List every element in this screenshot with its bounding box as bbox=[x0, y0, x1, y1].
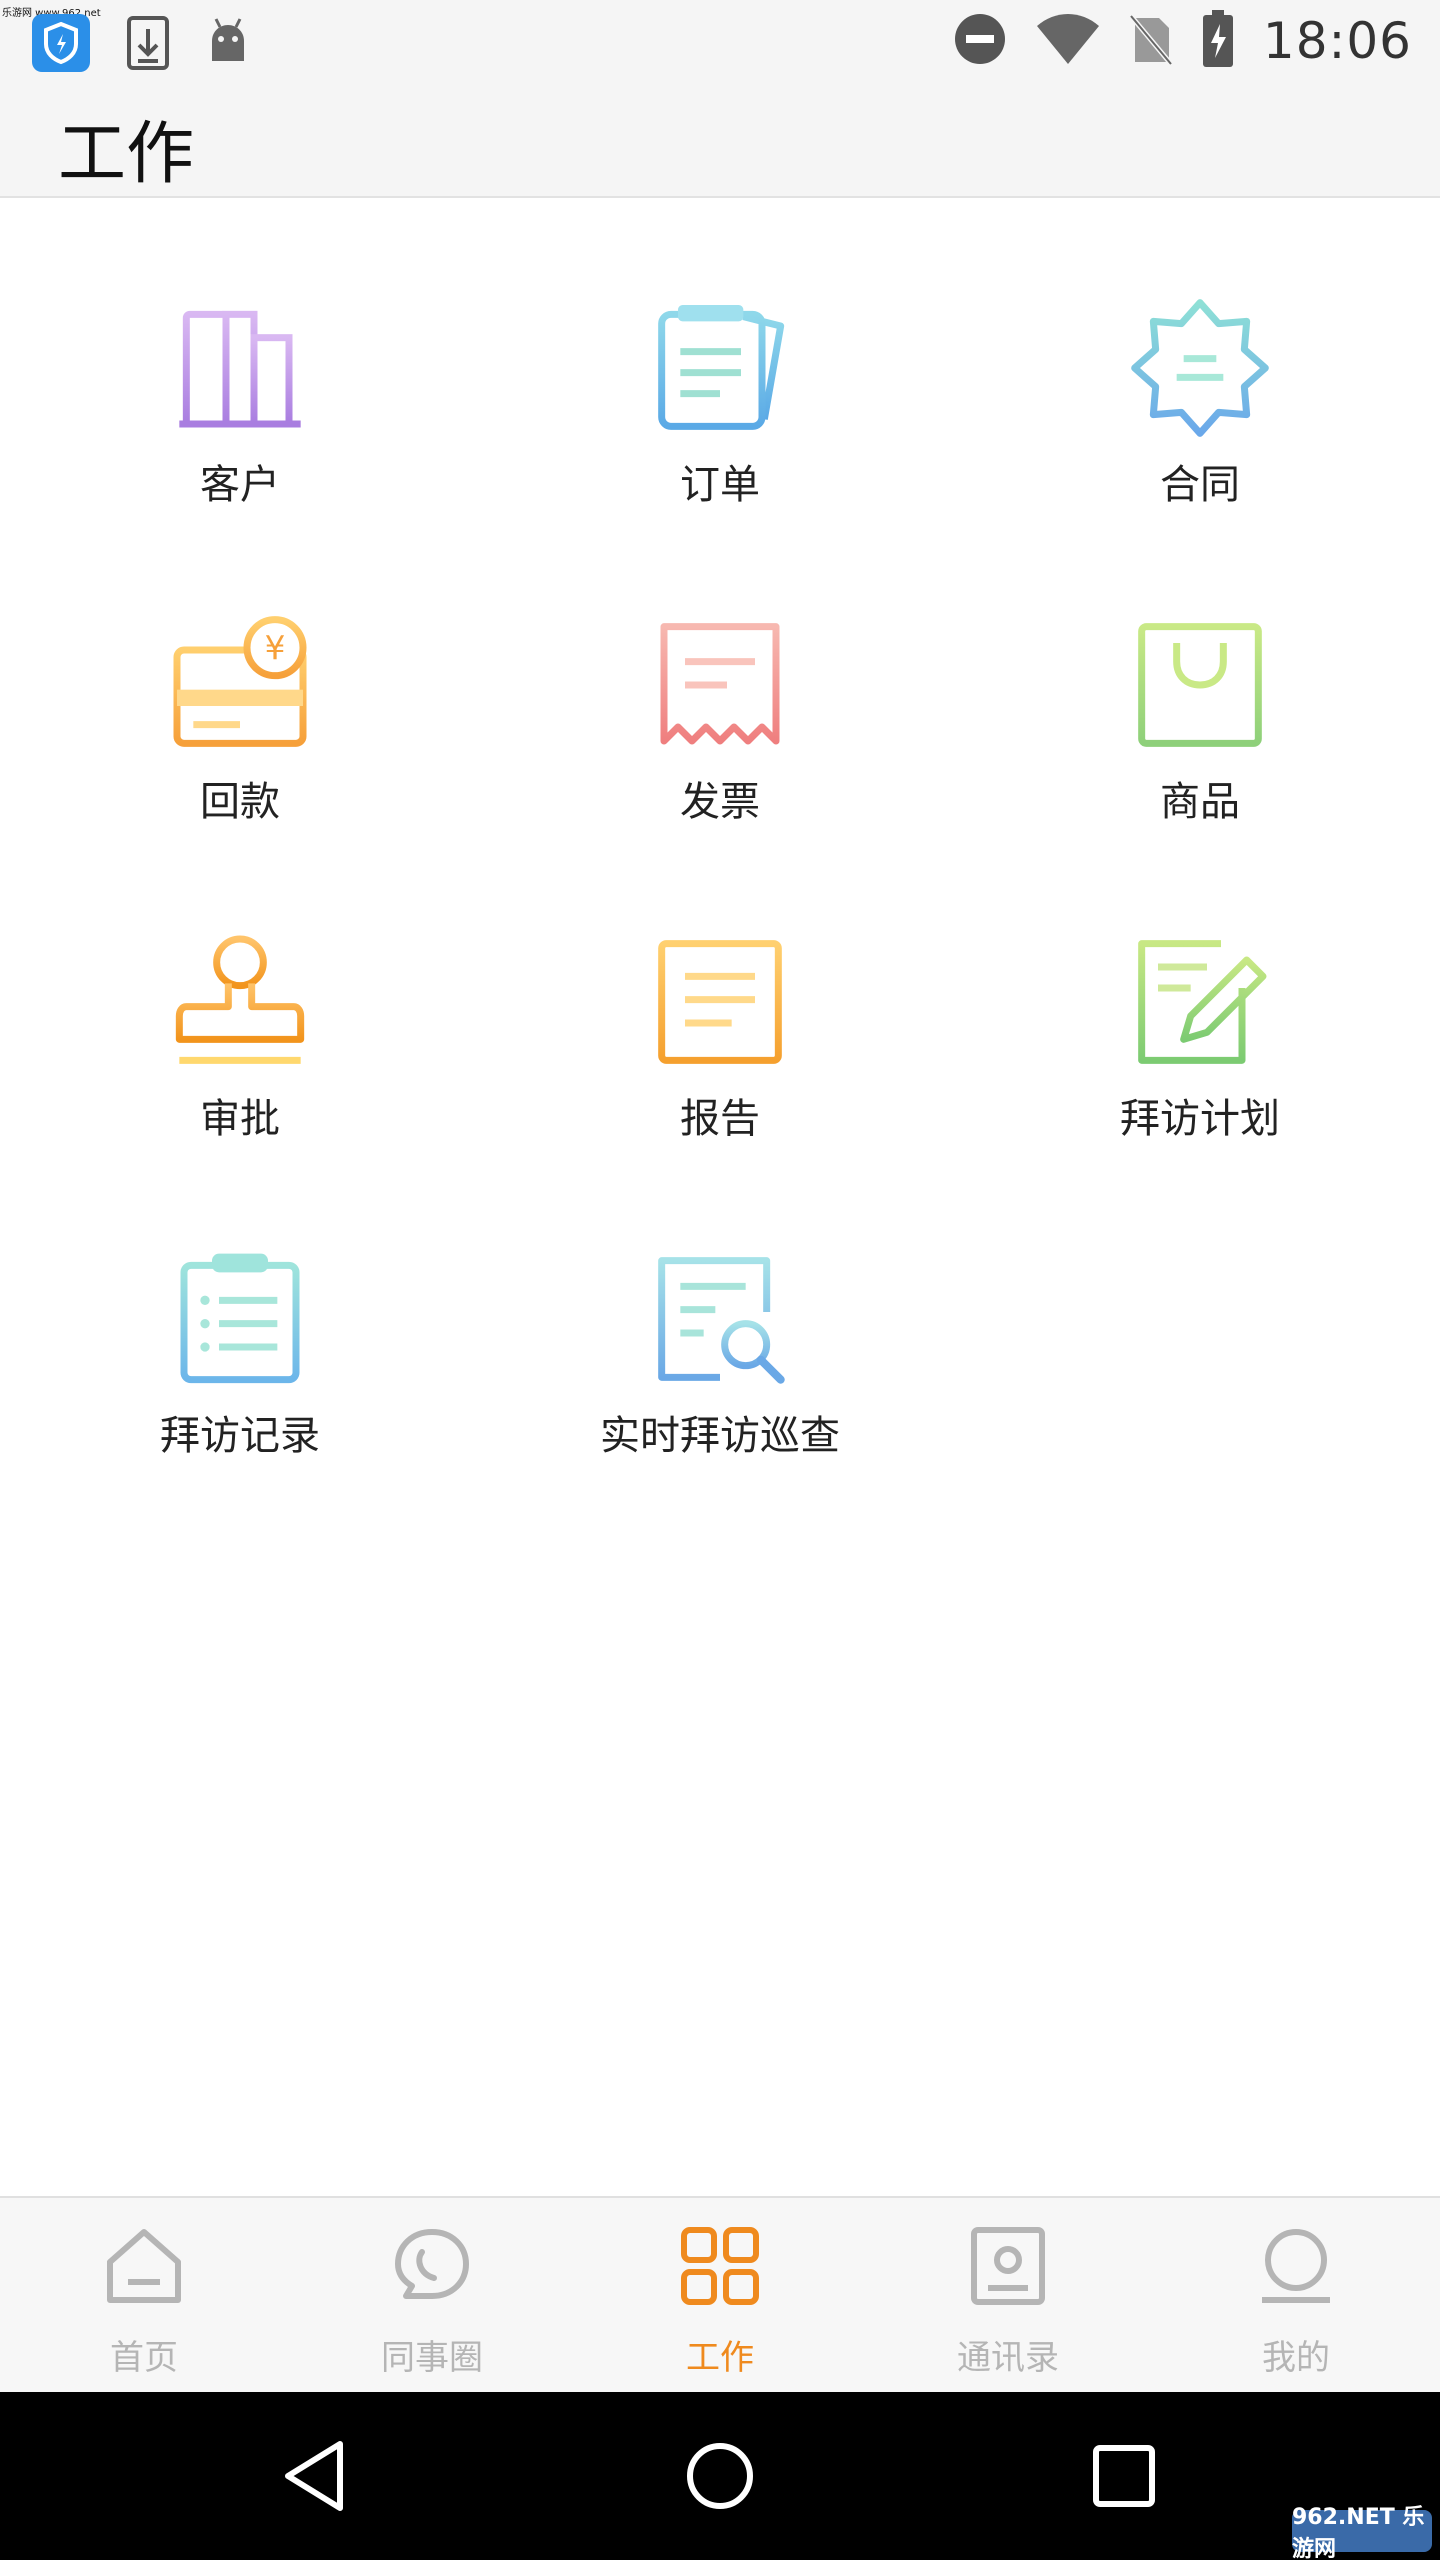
nav-label: 我的 bbox=[1262, 2338, 1330, 2378]
nav-label: 工作 bbox=[686, 2338, 754, 2378]
svg-text:¥: ¥ bbox=[265, 629, 286, 667]
nav-item-moments[interactable]: 同事圈 bbox=[288, 2198, 576, 2394]
grid-item-label: 拜访计划 bbox=[1120, 1096, 1280, 1142]
grid-item-visit-record[interactable]: 拜访记录 bbox=[0, 1201, 480, 1518]
no-sim-icon bbox=[1128, 12, 1173, 70]
grid-item-label: 审批 bbox=[200, 1096, 280, 1142]
grid-item-visit-plan[interactable]: 拜访计划 bbox=[960, 884, 1440, 1201]
back-icon[interactable] bbox=[276, 2436, 356, 2516]
grid-item-order[interactable]: 订单 bbox=[480, 250, 960, 567]
grid-item-label: 拜访记录 bbox=[160, 1413, 320, 1459]
do-not-disturb-icon bbox=[953, 12, 1007, 70]
grid-item-label: 发票 bbox=[680, 779, 760, 825]
grid-item-label: 商品 bbox=[1160, 779, 1240, 825]
page-title: 工作 bbox=[58, 115, 195, 194]
battery-charging-icon bbox=[1201, 10, 1235, 72]
grid-item-payment[interactable]: ¥ 回款 bbox=[0, 567, 480, 884]
shield-app-icon bbox=[30, 12, 92, 78]
recents-icon[interactable] bbox=[1084, 2436, 1164, 2516]
grid-icon bbox=[681, 2227, 759, 2305]
grid-item-goods[interactable]: 商品 bbox=[960, 567, 1440, 884]
wifi-icon bbox=[1035, 12, 1101, 70]
nav-item-me[interactable]: 我的 bbox=[1152, 2198, 1440, 2394]
payment-card-icon: ¥ bbox=[173, 616, 307, 747]
nav-label: 首页 bbox=[110, 2338, 178, 2378]
grid-item-customer[interactable]: 客户 bbox=[0, 250, 480, 567]
grid-item-label: 回款 bbox=[200, 779, 280, 825]
contacts-icon bbox=[971, 2227, 1045, 2305]
grid-item-report[interactable]: 报告 bbox=[480, 884, 960, 1201]
edit-plan-icon bbox=[1138, 940, 1267, 1064]
stamp-icon bbox=[175, 935, 305, 1064]
building-icon bbox=[179, 310, 301, 428]
order-doc-icon bbox=[658, 305, 785, 430]
invoice-receipt-icon bbox=[660, 623, 780, 745]
site-watermark-logo: 962.NET 乐游网 bbox=[1292, 2505, 1432, 2562]
nav-label: 通讯录 bbox=[957, 2338, 1059, 2378]
grid-item-invoice[interactable]: 发票 bbox=[480, 567, 960, 884]
clock-time: 18:06 bbox=[1262, 12, 1412, 70]
home-circle-icon[interactable] bbox=[680, 2436, 760, 2516]
feature-grid: 客户 订单 合同 ¥ 回款 发票 商品 审批 报告 拜访计划 拜访记录 实时拜访… bbox=[0, 250, 1440, 1518]
chat-icon bbox=[395, 2229, 469, 2299]
android-icon bbox=[204, 17, 252, 73]
system-nav-bar: 962.NET 乐游网 bbox=[0, 2392, 1440, 2562]
search-doc-icon bbox=[658, 1257, 785, 1384]
profile-icon bbox=[1262, 2229, 1330, 2303]
nav-item-contacts[interactable]: 通讯录 bbox=[864, 2198, 1152, 2394]
nav-item-home[interactable]: 首页 bbox=[0, 2198, 288, 2394]
home-icon bbox=[107, 2229, 181, 2303]
grid-item-label: 合同 bbox=[1160, 462, 1240, 508]
grid-item-label: 客户 bbox=[200, 462, 280, 508]
grid-item-realtime-inspection[interactable]: 实时拜访巡查 bbox=[480, 1201, 960, 1518]
grid-item-label: 订单 bbox=[680, 462, 760, 508]
grid-item-label: 实时拜访巡查 bbox=[600, 1413, 840, 1459]
clipboard-list-icon bbox=[180, 1253, 300, 1384]
report-icon bbox=[658, 940, 782, 1064]
bottom-nav: 首页 同事圈 工作 通讯录 我的 bbox=[0, 2196, 1440, 2394]
nav-item-work[interactable]: 工作 bbox=[576, 2198, 864, 2394]
app-bar: 工作 bbox=[0, 84, 1440, 198]
download-icon bbox=[126, 15, 170, 75]
shopping-bag-icon bbox=[1138, 623, 1262, 747]
grid-item-contract[interactable]: 合同 bbox=[960, 250, 1440, 567]
contract-badge-icon bbox=[1131, 299, 1269, 437]
grid-item-label: 报告 bbox=[680, 1096, 760, 1142]
status-bar: 乐游网 www.962.net 18:06 bbox=[0, 0, 1440, 84]
grid-item-approval[interactable]: 审批 bbox=[0, 884, 480, 1201]
nav-label: 同事圈 bbox=[381, 2338, 483, 2378]
